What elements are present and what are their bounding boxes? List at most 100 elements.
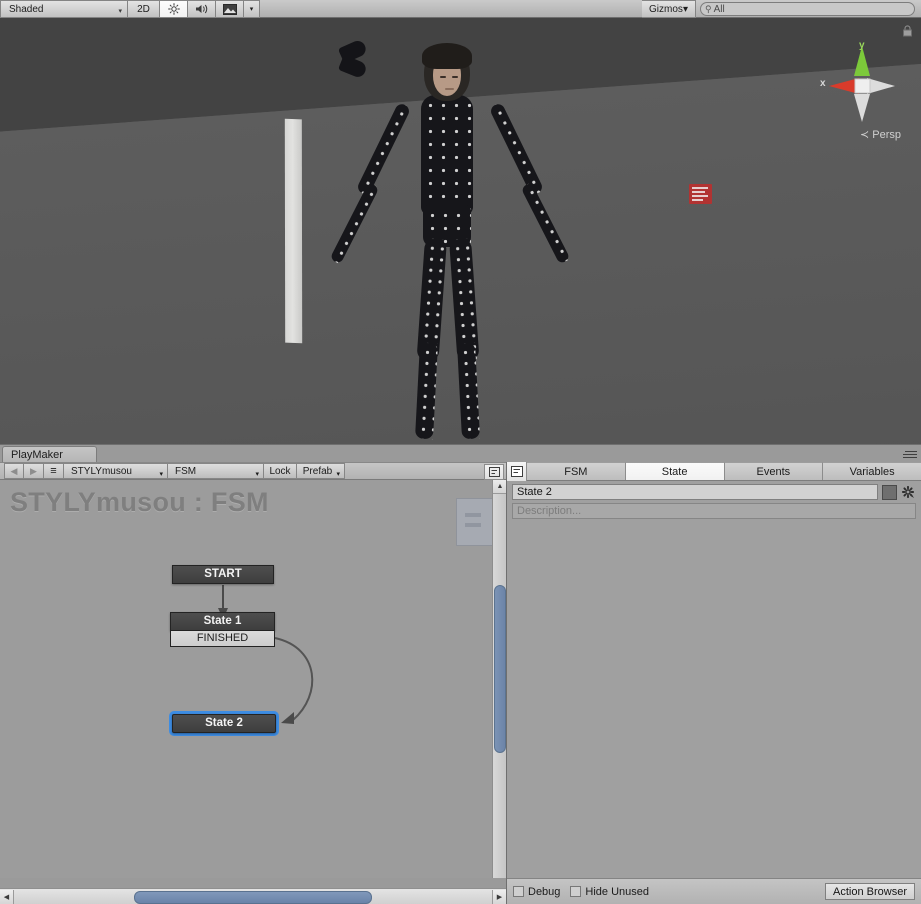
playmaker-toolbar-spacer [345, 463, 484, 479]
tab-events[interactable]: Events [724, 462, 824, 480]
tab-state[interactable]: State [625, 462, 725, 480]
white-panel-object[interactable] [284, 118, 303, 344]
hide-unused-checkbox[interactable]: Hide Unused [570, 886, 649, 898]
gizmos-dropdown[interactable]: Gizmos ▾ [642, 0, 696, 18]
scene-effects-dropdown[interactable]: ▾ [244, 0, 260, 18]
nav-forward-button[interactable]: ▶ [24, 463, 44, 479]
fsm-node-state-2[interactable]: State 2 [169, 711, 279, 736]
nav-back-button[interactable]: ◀ [4, 463, 24, 479]
tab-fsm-label: FSM [564, 465, 588, 478]
game-object-selector[interactable]: STYLYmusou ▾ [64, 463, 168, 479]
speaker-icon [195, 4, 207, 14]
prefab-label: Prefab [302, 465, 333, 477]
unity-editor-window: Shaded ▾ 2D ▾ Gizmos ▾ ⚲ All x y ≺ Persp… [0, 0, 921, 904]
inspector-tabs: FSM State Events Variables [507, 462, 921, 481]
character-arm-right [488, 101, 545, 197]
scroll-left-arrow-icon[interactable]: ◀ [0, 889, 14, 904]
hide-unused-label: Hide Unused [585, 885, 650, 898]
chevron-down-icon: ▾ [249, 6, 254, 13]
scroll-right-arrow-icon[interactable]: ▶ [492, 889, 506, 904]
graph-vertical-scrollbar[interactable]: ▲ [492, 480, 507, 878]
red-gizmo-icon[interactable] [689, 184, 712, 204]
graph-minimap[interactable] [456, 498, 493, 546]
fsm-list-button[interactable]: ≡ [44, 463, 64, 479]
fsm-selector[interactable]: FSM ▾ [168, 463, 264, 479]
state-description-input[interactable]: Description... [512, 503, 916, 519]
projection-arrow-icon: ≺ [859, 129, 870, 141]
prefab-dropdown[interactable]: Prefab ▾ [297, 463, 345, 479]
state-color-swatch[interactable] [882, 484, 897, 500]
lock-icon[interactable] [902, 24, 913, 37]
state-actions-list[interactable] [512, 522, 918, 876]
graph-hscroll-track[interactable] [16, 890, 490, 904]
fsm-node-start-label: START [172, 565, 274, 584]
x-axis-label: x [820, 78, 826, 89]
tab-playmaker[interactable]: PlayMaker [2, 446, 97, 463]
character-arm-left [355, 101, 412, 197]
tab-variables-label: Variables [849, 465, 895, 478]
scene-search-value: All [713, 3, 725, 15]
debug-checkbox[interactable]: Debug [513, 886, 560, 898]
graph-vscroll-thumb[interactable] [494, 585, 506, 753]
projection-label: Persp [872, 129, 901, 141]
debug-checkbox-box [513, 886, 524, 897]
neg-x-axis-cone [867, 78, 895, 94]
chevron-down-icon: ▾ [336, 471, 340, 478]
lock-button[interactable]: Lock [264, 463, 297, 479]
draw-mode-label: Shaded [9, 3, 44, 15]
action-browser-button[interactable]: Action Browser [825, 883, 915, 900]
fsm-node-state-1[interactable]: State 1 FINISHED [170, 612, 275, 647]
scene-audio-toggle[interactable] [188, 0, 216, 18]
character-shin-left [414, 342, 438, 440]
game-object-label: STYLYmusou [71, 465, 132, 477]
state-description-placeholder: Description... [517, 505, 582, 517]
tab-events-label: Events [756, 465, 791, 478]
scroll-up-arrow-icon[interactable]: ▲ [493, 480, 507, 494]
playmaker-toolbar: ◀ ▶ ≡ STYLYmusou ▾ FSM ▾ Lock Prefab ▾ [0, 462, 506, 480]
graph-hscroll-thumb[interactable] [134, 891, 372, 904]
scene-search-input[interactable]: ⚲ All [700, 2, 915, 16]
tab-variables[interactable]: Variables [823, 462, 921, 480]
state-name-input[interactable]: State 2 [512, 484, 878, 500]
fsm-graph-canvas[interactable]: STYLYmusou : FSM START State 1 FINISHED … [0, 480, 496, 878]
character-foot-right [337, 54, 369, 80]
character-forearm-right [520, 182, 571, 265]
tab-state-label: State [661, 465, 688, 478]
draw-mode-dropdown[interactable]: Shaded ▾ [0, 0, 128, 18]
fsm-node-state-1-event-finished[interactable]: FINISHED [170, 631, 275, 647]
chevron-down-icon: ▾ [118, 8, 122, 15]
scene-view-toolbar: Shaded ▾ 2D ▾ Gizmos ▾ ⚲ All [0, 0, 921, 18]
gear-icon[interactable] [901, 485, 916, 500]
character-model[interactable] [329, 38, 600, 440]
scene-lighting-toggle[interactable] [160, 0, 188, 18]
back-arrow-icon: ◀ [10, 465, 18, 476]
state-name-row: State 2 [507, 481, 921, 500]
character-head [422, 43, 472, 101]
fsm-node-start[interactable]: START [172, 565, 274, 584]
toolbar-spacer [260, 0, 642, 17]
hide-unused-checkbox-box [570, 886, 582, 897]
scene-axis-gizmo[interactable]: x y [819, 40, 905, 130]
neg-y-axis-cone [854, 94, 870, 122]
graph-horizontal-scrollbar[interactable]: ◀ ▶ [0, 888, 506, 904]
chevron-down-icon: ▾ [255, 471, 259, 478]
forward-arrow-icon: ▶ [30, 465, 37, 476]
debug-label: Debug [528, 885, 561, 898]
toolbar-right-group: Gizmos ▾ ⚲ All [642, 0, 921, 18]
lock-label: Lock [269, 465, 291, 477]
playmaker-window-tabbar: PlayMaker [0, 444, 921, 463]
scene-viewport[interactable]: x y ≺ Persp [0, 18, 921, 444]
toggle-2d-button[interactable]: 2D [128, 0, 160, 18]
fsm-node-state-2-label: State 2 [172, 714, 276, 733]
projection-mode-toggle[interactable]: ≺ Persp [860, 128, 901, 141]
fsm-label: FSM [175, 465, 197, 477]
hamburger-menu-icon[interactable] [901, 449, 917, 460]
scene-effects-toggle[interactable] [216, 0, 244, 18]
panel-toggle-button[interactable] [484, 464, 504, 480]
gizmos-label: Gizmos [649, 3, 683, 15]
character-torso [421, 95, 473, 215]
tab-fsm[interactable]: FSM [527, 462, 626, 480]
state-tool-icon[interactable] [507, 462, 527, 481]
action-browser-label: Action Browser [833, 885, 907, 898]
panel-toggle-icon [488, 467, 500, 477]
